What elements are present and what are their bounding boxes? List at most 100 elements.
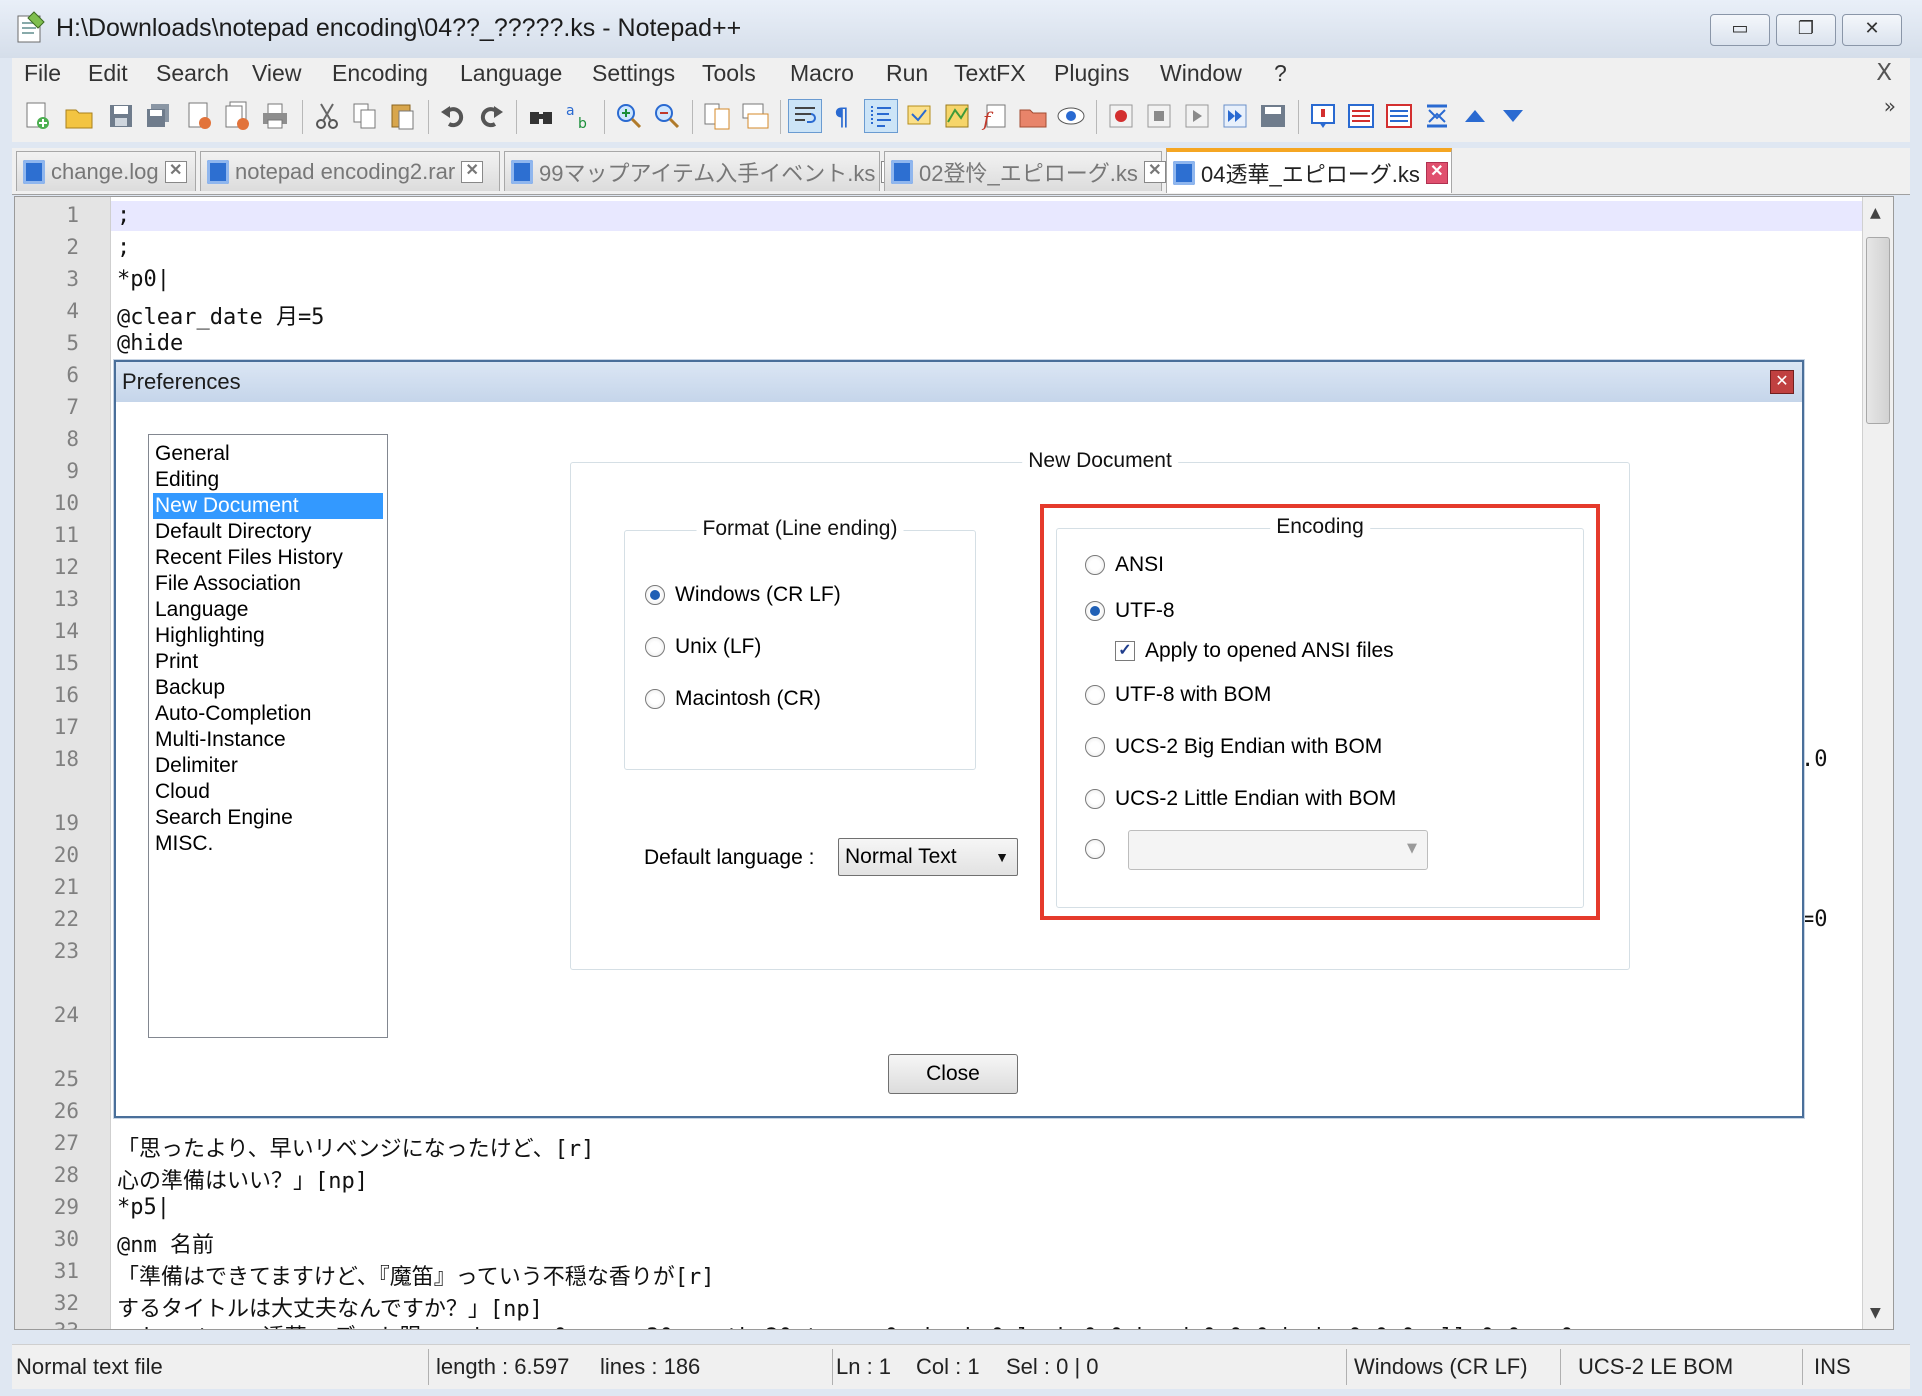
compare-clear-icon[interactable] bbox=[1382, 99, 1416, 133]
indent-guide-icon[interactable] bbox=[864, 99, 898, 133]
open-file-icon[interactable] bbox=[62, 99, 96, 133]
status-insert-mode: INS bbox=[1814, 1354, 1851, 1379]
zoom-in-icon[interactable] bbox=[612, 99, 646, 133]
format-windows-option[interactable]: Windows (CR LF) bbox=[645, 583, 841, 607]
cut-icon[interactable] bbox=[310, 99, 344, 133]
save-macro-icon[interactable] bbox=[1256, 99, 1290, 133]
category-backup[interactable]: Backup bbox=[153, 675, 383, 701]
menu-settings[interactable]: Settings bbox=[592, 60, 675, 87]
format-macintosh-option[interactable]: Macintosh (CR) bbox=[645, 687, 821, 711]
menu-window[interactable]: Window bbox=[1160, 60, 1242, 87]
menu-tools[interactable]: Tools bbox=[702, 60, 756, 87]
toolbar-overflow-chevron-icon[interactable]: » bbox=[1884, 94, 1896, 118]
word-wrap-icon[interactable] bbox=[788, 99, 822, 133]
category-misc[interactable]: MISC. bbox=[153, 831, 383, 857]
radio-button[interactable] bbox=[645, 585, 665, 605]
status-eol-format[interactable]: Windows (CR LF) bbox=[1354, 1345, 1528, 1389]
status-separator bbox=[428, 1349, 429, 1385]
window-close-button[interactable]: ✕ bbox=[1842, 14, 1902, 46]
menu-close-document[interactable]: X bbox=[1876, 60, 1892, 86]
code-line: ; bbox=[117, 203, 131, 228]
category-delimiter[interactable]: Delimiter bbox=[153, 753, 383, 779]
category-recent-files-history[interactable]: Recent Files History bbox=[153, 545, 383, 571]
menu-help[interactable]: ? bbox=[1274, 60, 1287, 87]
radio-button[interactable] bbox=[645, 637, 665, 657]
close-button[interactable]: Close bbox=[888, 1054, 1018, 1094]
minimize-button[interactable]: ▭ bbox=[1710, 14, 1770, 46]
close-file-icon[interactable] bbox=[182, 99, 216, 133]
menu-macro[interactable]: Macro bbox=[790, 60, 854, 87]
category-highlighting[interactable]: Highlighting bbox=[153, 623, 383, 649]
default-language-select[interactable]: Normal Text ▼ bbox=[838, 838, 1018, 876]
next-difference-icon[interactable] bbox=[1496, 99, 1530, 133]
find-icon[interactable] bbox=[524, 99, 558, 133]
category-default-directory[interactable]: Default Directory bbox=[153, 519, 383, 545]
category-cloud[interactable]: Cloud bbox=[153, 779, 383, 805]
run-macro-multiple-icon[interactable] bbox=[1218, 99, 1252, 133]
menu-encoding[interactable]: Encoding bbox=[332, 60, 428, 87]
maximize-button[interactable]: ❐ bbox=[1776, 14, 1836, 46]
scrollbar-thumb[interactable] bbox=[1866, 237, 1890, 424]
tab-notepad-encoding2[interactable]: notepad encoding2.rar ✕ bbox=[200, 151, 500, 191]
stop-recording-icon[interactable] bbox=[1142, 99, 1176, 133]
tab-change-log[interactable]: change.log ✕ bbox=[16, 151, 196, 191]
paste-icon[interactable] bbox=[386, 99, 420, 133]
sync-horizontal-icon[interactable] bbox=[738, 99, 772, 133]
tab-close-icon[interactable]: ✕ bbox=[461, 160, 484, 183]
redo-icon[interactable] bbox=[474, 99, 508, 133]
vertical-scrollbar[interactable]: ▲ ▼ bbox=[1862, 197, 1893, 1329]
user-defined-language-icon[interactable] bbox=[902, 99, 936, 133]
tab-close-icon[interactable]: ✕ bbox=[164, 160, 187, 183]
first-difference-icon[interactable] bbox=[1420, 99, 1454, 133]
dialog-close-icon[interactable]: ✕ bbox=[1770, 370, 1794, 394]
tab-02-epilogue[interactable]: 02登怜_エピローグ.ks ✕ bbox=[884, 151, 1166, 191]
status-encoding[interactable]: UCS-2 LE BOM bbox=[1578, 1345, 1733, 1389]
category-search-engine[interactable]: Search Engine bbox=[153, 805, 383, 831]
scroll-down-arrow-icon[interactable]: ▼ bbox=[1870, 1305, 1881, 1321]
folder-as-workspace-icon[interactable] bbox=[1016, 99, 1050, 133]
category-general[interactable]: General bbox=[153, 441, 383, 467]
bookmark-icon[interactable] bbox=[1306, 99, 1340, 133]
save-all-icon[interactable] bbox=[142, 99, 176, 133]
menu-textfx[interactable]: TextFX bbox=[954, 60, 1026, 87]
menu-file[interactable]: File bbox=[24, 60, 61, 87]
tab-04-epilogue[interactable]: 04透華_エピローグ.ks ✕ bbox=[1166, 148, 1452, 193]
category-new-document[interactable]: New Document bbox=[153, 493, 383, 519]
menu-run[interactable]: Run bbox=[886, 60, 928, 87]
sync-vertical-icon[interactable] bbox=[700, 99, 734, 133]
tab-map-item-event[interactable]: 99マップアイテム入手イベント.ks ✕ bbox=[504, 151, 904, 191]
compare-icon[interactable] bbox=[1344, 99, 1378, 133]
menu-view[interactable]: View bbox=[252, 60, 301, 87]
monitoring-eye-icon[interactable] bbox=[1054, 99, 1088, 133]
copy-icon[interactable] bbox=[348, 99, 382, 133]
menu-edit[interactable]: Edit bbox=[88, 60, 128, 87]
svg-text:a: a bbox=[566, 103, 575, 119]
save-icon[interactable] bbox=[104, 99, 138, 133]
radio-button[interactable] bbox=[645, 689, 665, 709]
undo-icon[interactable] bbox=[436, 99, 470, 133]
category-language[interactable]: Language bbox=[153, 597, 383, 623]
category-editing[interactable]: Editing bbox=[153, 467, 383, 493]
zoom-out-icon[interactable] bbox=[650, 99, 684, 133]
menu-plugins[interactable]: Plugins bbox=[1054, 60, 1129, 87]
category-print[interactable]: Print bbox=[153, 649, 383, 675]
scroll-up-arrow-icon[interactable]: ▲ bbox=[1870, 205, 1881, 221]
category-auto-completion[interactable]: Auto-Completion bbox=[153, 701, 383, 727]
print-icon[interactable] bbox=[258, 99, 292, 133]
category-multi-instance[interactable]: Multi-Instance bbox=[153, 727, 383, 753]
close-all-icon[interactable] bbox=[220, 99, 254, 133]
menu-search[interactable]: Search bbox=[156, 60, 229, 87]
format-unix-option[interactable]: Unix (LF) bbox=[645, 635, 761, 659]
show-all-characters-icon[interactable]: ¶ bbox=[826, 99, 860, 133]
replace-icon[interactable]: ab bbox=[562, 99, 596, 133]
tab-close-icon[interactable]: ✕ bbox=[1425, 161, 1448, 184]
playback-macro-icon[interactable] bbox=[1180, 99, 1214, 133]
function-list-icon[interactable]: f bbox=[978, 99, 1012, 133]
previous-difference-icon[interactable] bbox=[1458, 99, 1492, 133]
new-file-icon[interactable] bbox=[20, 99, 54, 133]
menu-language[interactable]: Language bbox=[460, 60, 562, 87]
record-macro-icon[interactable] bbox=[1104, 99, 1138, 133]
document-map-icon[interactable] bbox=[940, 99, 974, 133]
category-file-association[interactable]: File Association bbox=[153, 571, 383, 597]
tab-close-icon[interactable]: ✕ bbox=[1143, 160, 1166, 183]
